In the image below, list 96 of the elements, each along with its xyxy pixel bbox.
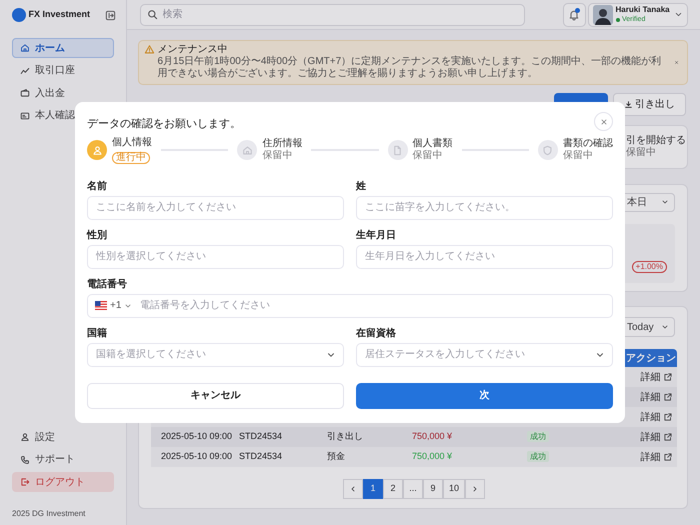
amount-cell: 750,000 ¥ [412, 431, 452, 442]
search-field[interactable]: 検索 [140, 4, 525, 26]
details-link[interactable]: 詳細 [640, 410, 660, 424]
bell-icon [568, 8, 580, 20]
close-icon [600, 118, 608, 126]
person-icon [92, 144, 102, 156]
external-link-icon [663, 412, 673, 422]
sidebar-item[interactable]: 取引口座 [12, 60, 114, 80]
table-cell: STD24534 [239, 451, 282, 462]
field-label: 名前 [87, 182, 108, 192]
page-button[interactable]: ... [402, 479, 423, 499]
withdraw-button[interactable]: 引き出し [612, 93, 686, 116]
table-cell: 引き出し [327, 431, 363, 442]
table-cell: STD24534 [239, 431, 282, 442]
step-card-title: 引を開始する [626, 135, 686, 146]
input-field[interactable]: ここに名前を入力してください [87, 196, 344, 220]
home-icon [20, 43, 30, 53]
footer-text: 2025 DG Investment [11, 508, 86, 520]
shield-icon [542, 144, 554, 156]
step-label: 書類の確認 [562, 138, 613, 150]
input-field[interactable]: 性別を選択してください [87, 244, 344, 268]
avatar [593, 4, 613, 24]
chevron-right-icon [471, 485, 479, 493]
chevron-left-icon [348, 485, 357, 493]
wallet-icon [20, 88, 30, 98]
search-icon [147, 9, 158, 20]
search-input[interactable]: 検索 [160, 6, 518, 23]
page-button[interactable]: 10 [442, 479, 465, 499]
chart-line-icon [20, 66, 30, 76]
sidebar-item[interactable]: 設定 [12, 427, 114, 447]
chevron-down-icon [661, 323, 669, 331]
input-field[interactable]: ここに苗字を入力してください。 [356, 196, 613, 220]
details-link[interactable]: 詳細 [640, 450, 660, 464]
country-code[interactable]: +1 [110, 298, 122, 313]
next-button[interactable]: 次 [356, 382, 613, 408]
change-badge: +1.00% [632, 261, 667, 273]
brand-name: FX Investment [28, 8, 92, 22]
notification-button[interactable] [562, 2, 586, 26]
chevron-down-icon [124, 302, 132, 310]
input-field[interactable]: 生年月日を入力してください [356, 244, 613, 268]
sidebar-item[interactable]: サポート [12, 450, 114, 470]
person-icon [20, 432, 30, 442]
details-link[interactable]: 詳細 [640, 370, 660, 384]
collapse-icon[interactable] [105, 10, 116, 20]
flag-icon [95, 301, 107, 310]
field-label: 性別 [87, 230, 108, 240]
field-label: 姓 [356, 182, 367, 192]
warning-icon [144, 44, 155, 55]
step-status-badge: 進行中 [112, 152, 150, 164]
field-label: 電話番号 [87, 280, 128, 290]
page-button[interactable]: 1 [362, 479, 383, 499]
external-link-icon [663, 372, 673, 382]
document-icon [392, 144, 404, 156]
sidebar-item[interactable]: 入出金 [12, 83, 114, 103]
external-link-icon [663, 432, 673, 442]
step-status: 保留中 [562, 150, 593, 162]
id-card-icon [20, 110, 30, 120]
alert-title: メンテナンス中 [158, 44, 228, 56]
step-status: 保留中 [262, 150, 292, 162]
select-field[interactable]: 国籍を選択してください [87, 342, 344, 366]
step-label: 個人書類 [412, 138, 453, 150]
page-button[interactable]: 2 [382, 479, 403, 499]
table-cell: 預金 [327, 451, 345, 462]
amount-cell: 750,000 ¥ [412, 451, 452, 462]
chevron-down-icon [674, 10, 683, 19]
table-cell: 2025-05-10 09:00 [161, 431, 232, 442]
details-link[interactable]: 詳細 [640, 430, 660, 444]
page-button[interactable]: 9 [422, 479, 443, 499]
step-label: 住所情報 [262, 138, 302, 150]
select-field[interactable]: 居住ステータスを入力してください [356, 342, 613, 366]
alert-message: 6月15日午前1時00分〜4時00分（GMT+7）に定期メンテナンスを実施いたします。この期間中、一部の機能が利用できない場合がございます。ご協力とご理解を賜りますようお願い申し上げます。 [158, 56, 662, 80]
table-cell: 2025-05-10 09:00 [161, 451, 232, 462]
status-badge: 成功 [527, 451, 549, 462]
chevron-down-icon [661, 198, 669, 206]
field-label: 生年月日 [356, 230, 397, 240]
status-dot [616, 18, 620, 22]
field-label: 在留資格 [356, 328, 397, 338]
logout-item[interactable]: ログアウト [12, 472, 114, 492]
home-icon [242, 144, 253, 156]
field-label: 国籍 [87, 328, 108, 338]
logout-icon [20, 477, 30, 487]
details-link[interactable]: 詳細 [640, 390, 660, 404]
column-header: アクション [626, 352, 676, 366]
step-label: 個人情報 [112, 137, 152, 149]
user-name: Haruki Tanaka [616, 5, 671, 15]
logo-icon [12, 8, 26, 22]
step-status: 保留中 [412, 150, 443, 162]
dialog-title: データの確認をお願いします。 [87, 117, 241, 131]
cancel-button[interactable]: キャンセル [87, 382, 344, 408]
sidebar-item[interactable]: ホーム [12, 38, 114, 58]
step-card-status: 保留中 [626, 147, 657, 159]
external-link-icon [663, 392, 673, 402]
download-icon [624, 100, 632, 109]
status-badge: 成功 [527, 431, 549, 442]
phone-icon [20, 454, 30, 464]
external-link-icon [663, 452, 673, 462]
